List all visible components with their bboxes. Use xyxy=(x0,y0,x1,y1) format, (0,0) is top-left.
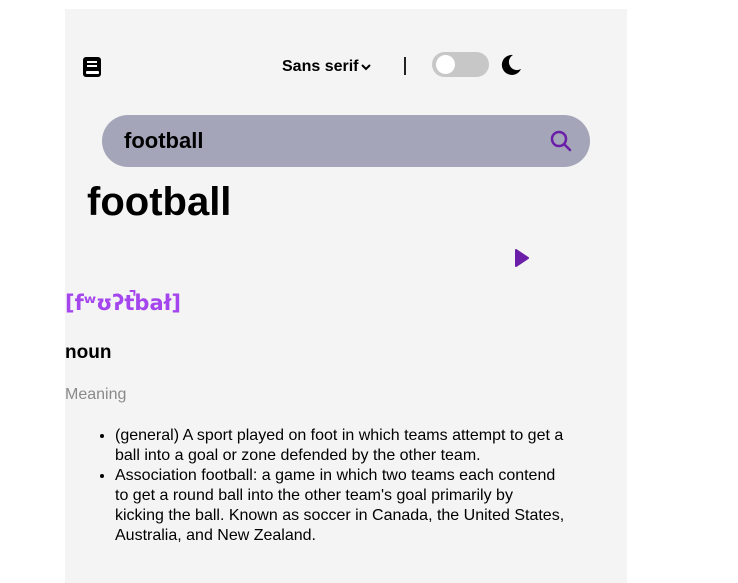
theme-toggle[interactable] xyxy=(432,52,489,77)
meaning-label: Meaning xyxy=(65,386,127,403)
search-bar xyxy=(102,115,590,167)
header-divider xyxy=(404,57,406,75)
definition-item: Association football: a game in which tw… xyxy=(115,466,565,546)
search-icon[interactable] xyxy=(550,130,572,152)
font-select-label: Sans serif xyxy=(282,58,359,75)
search-input[interactable] xyxy=(124,115,524,167)
definition-item: (general) A sport played on foot in whic… xyxy=(115,426,565,466)
book-icon[interactable] xyxy=(82,56,102,78)
word-title: football xyxy=(87,180,232,224)
phonetic: [fʷʊʔt̚bał] xyxy=(65,291,182,315)
toggle-knob xyxy=(436,55,455,74)
font-family-select[interactable]: Sans serif xyxy=(282,58,372,76)
part-of-speech: noun xyxy=(65,342,112,363)
chevron-down-icon xyxy=(361,64,372,71)
moon-icon[interactable] xyxy=(499,53,523,77)
play-icon[interactable] xyxy=(514,248,530,268)
definition-list: (general) A sport played on foot in whic… xyxy=(65,426,565,546)
